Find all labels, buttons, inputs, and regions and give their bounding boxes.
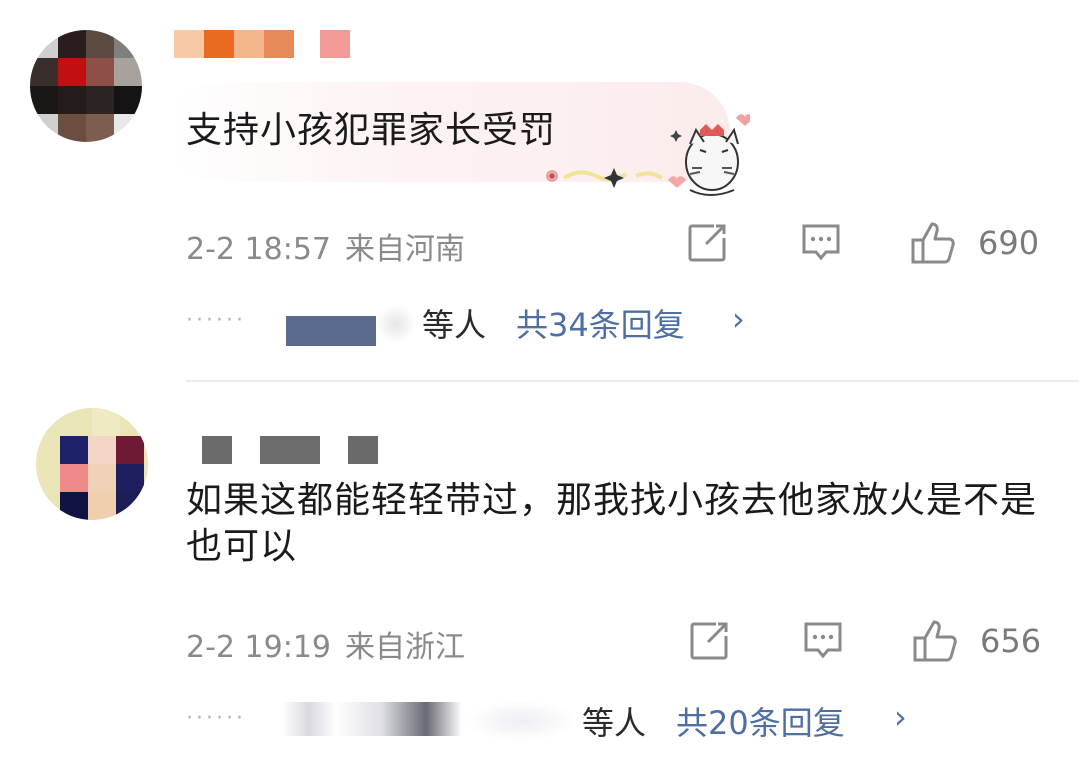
like-count: 690 [978, 224, 1040, 262]
comment-button[interactable] [802, 620, 846, 664]
redacted-blur [376, 304, 416, 344]
username-redacted[interactable] [202, 436, 402, 466]
comment-text: 支持小孩犯罪家长受罚 [186, 110, 557, 151]
reply-total-link[interactable]: 共34条回复 [516, 300, 685, 346]
reply-suffix: 等人 [422, 306, 487, 344]
reply-total-link[interactable]: 共20条回复 [676, 698, 845, 744]
thumbs-up-icon [913, 620, 957, 662]
comment-button[interactable] [800, 222, 844, 266]
comment-text: 如果这都能轻轻带过，那我找小孩去他家放火是不是也可以 [186, 480, 1038, 567]
thumbs-up-icon [911, 222, 955, 264]
redacted-replier-names [282, 702, 462, 736]
share-icon [690, 622, 728, 660]
comment-item: 支持小孩犯罪家长受罚 2-2 18:57 来自河南 690 ······ 等人 … [0, 0, 1079, 380]
share-icon [688, 224, 726, 262]
comment-meta: 2-2 19:19 来自浙江 [186, 622, 465, 666]
comment-location: 来自河南 [345, 232, 465, 267]
redacted-blur [466, 700, 576, 742]
comment-location: 来自浙江 [345, 630, 465, 665]
comment-date: 2-2 18:57 [186, 232, 331, 267]
reply-dots: ······ [186, 706, 246, 731]
cat-sticker-icon [546, 114, 750, 196]
like-button[interactable]: 656 [912, 618, 1062, 662]
reply-suffix: 等人 [582, 704, 647, 742]
avatar[interactable] [36, 408, 148, 520]
like-count: 656 [980, 622, 1042, 660]
share-button[interactable] [686, 222, 730, 266]
chevron-right-icon: › [894, 698, 907, 736]
comment-meta: 2-2 18:57 来自河南 [186, 224, 465, 268]
reply-summary[interactable]: ······ 等人 共34条回复 › [186, 298, 986, 348]
redacted-replier-names [286, 316, 376, 346]
comment-icon [802, 224, 840, 261]
chevron-right-icon: › [732, 300, 745, 338]
reply-summary[interactable]: ······ 等人 共20条回复 › [186, 696, 986, 746]
comment-icon [804, 622, 842, 659]
avatar[interactable] [30, 30, 142, 142]
username-redacted[interactable] [174, 30, 354, 60]
comment-item: 如果这都能轻轻带过，那我找小孩去他家放火是不是也可以 2-2 19:19 来自浙江… [0, 382, 1079, 779]
share-button[interactable] [688, 620, 732, 664]
comment-date: 2-2 19:19 [186, 630, 331, 665]
like-button[interactable]: 690 [910, 220, 1060, 264]
reply-dots: ······ [186, 308, 246, 333]
